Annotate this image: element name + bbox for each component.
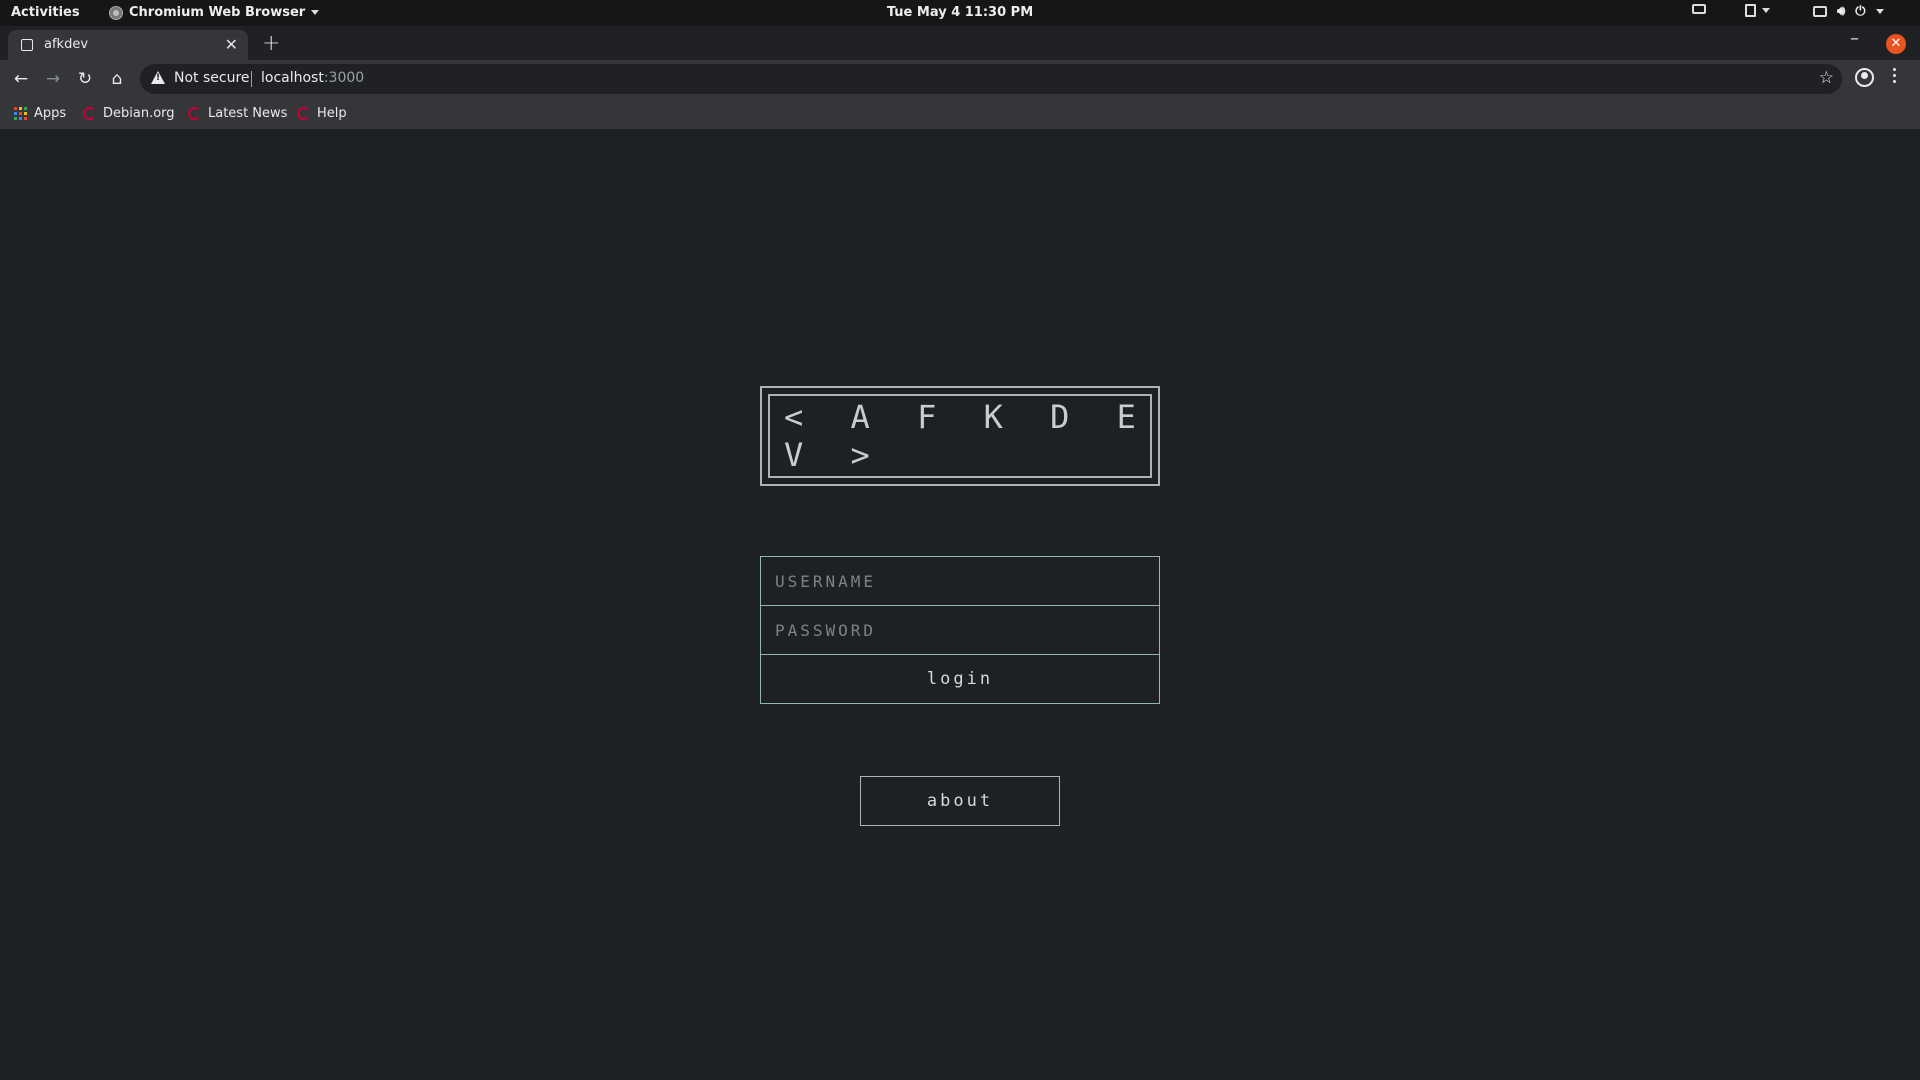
- tab-strip: afkdev ✕ + – ✕: [0, 26, 1920, 60]
- browser-toolbar: ← → ↻ ⌂ Not secure localhost:3000 ☆: [0, 60, 1920, 98]
- login-button[interactable]: login: [760, 654, 1160, 704]
- bookmark-debian[interactable]: Debian.org: [83, 106, 175, 121]
- bookmark-star-icon[interactable]: ☆: [1819, 68, 1834, 88]
- warning-icon: [151, 71, 165, 84]
- close-window-button[interactable]: ✕: [1886, 34, 1906, 54]
- page-favicon-icon: [21, 39, 33, 51]
- clock[interactable]: Tue May 4 11:30 PM: [887, 5, 1033, 20]
- url-host: localhost: [261, 70, 324, 86]
- debian-swirl-icon: [83, 107, 96, 120]
- tray-network[interactable]: [1692, 4, 1706, 14]
- chevron-down-icon: [1875, 9, 1884, 14]
- profile-icon[interactable]: [1855, 68, 1874, 87]
- about-button[interactable]: about: [860, 776, 1060, 826]
- tab-title: afkdev: [44, 37, 89, 52]
- bookmark-label: Apps: [34, 106, 67, 121]
- minimize-window-button[interactable]: –: [1850, 28, 1859, 49]
- debian-swirl-icon: [188, 107, 201, 120]
- chevron-down-icon: [1762, 8, 1770, 13]
- url-text[interactable]: localhost:3000: [261, 70, 364, 86]
- address-bar[interactable]: Not secure localhost:3000 ☆: [140, 64, 1842, 94]
- security-status[interactable]: Not secure: [174, 70, 250, 86]
- power-icon: ⏻: [1855, 4, 1866, 19]
- site-logo: < A F K D E V >: [760, 386, 1160, 486]
- divider: [251, 71, 252, 87]
- bookmark-label: Debian.org: [103, 106, 175, 121]
- network-icon: [1813, 6, 1827, 17]
- bookmark-apps[interactable]: Apps: [14, 106, 66, 121]
- page-content: < A F K D E V > login about: [0, 129, 1920, 1080]
- password-input[interactable]: [760, 605, 1160, 655]
- system-menu[interactable]: 🔊︎ ⏻: [1813, 4, 1884, 19]
- clipboard-icon: [1745, 4, 1756, 17]
- close-tab-icon[interactable]: ✕: [225, 35, 238, 54]
- menu-icon[interactable]: [1893, 65, 1899, 86]
- login-form: login: [760, 556, 1160, 704]
- system-top-bar: Activities Chromium Web Browser Tue May …: [0, 0, 1920, 26]
- debian-swirl-icon: [297, 107, 310, 120]
- new-tab-button[interactable]: +: [262, 31, 280, 56]
- chromium-icon: [109, 5, 123, 20]
- logo-text: < A F K D E V >: [784, 398, 1150, 474]
- display-icon: [1692, 4, 1706, 14]
- bookmarks-bar: Apps Debian.org Latest News Help: [0, 98, 1920, 129]
- username-input[interactable]: [760, 556, 1160, 606]
- bookmark-label: Help: [317, 106, 347, 121]
- app-menu[interactable]: Chromium Web Browser: [109, 5, 320, 20]
- bookmark-latest-news[interactable]: Latest News: [188, 106, 287, 121]
- bookmark-help[interactable]: Help: [297, 106, 347, 121]
- chevron-down-icon: [311, 10, 320, 15]
- url-port: :3000: [323, 70, 365, 86]
- activities-button[interactable]: Activities: [11, 5, 80, 20]
- tray-clipboard[interactable]: [1745, 4, 1770, 17]
- forward-button[interactable]: →: [41, 67, 65, 91]
- apps-grid-icon: [14, 107, 27, 120]
- home-button[interactable]: ⌂: [105, 67, 129, 91]
- volume-icon: 🔊︎: [1837, 4, 1846, 19]
- app-menu-label: Chromium Web Browser: [129, 5, 306, 20]
- bookmark-label: Latest News: [208, 106, 288, 121]
- back-button[interactable]: ←: [9, 67, 33, 91]
- reload-button[interactable]: ↻: [73, 67, 97, 91]
- browser-tab[interactable]: afkdev ✕: [8, 30, 248, 60]
- logo-inner-frame: < A F K D E V >: [768, 394, 1152, 478]
